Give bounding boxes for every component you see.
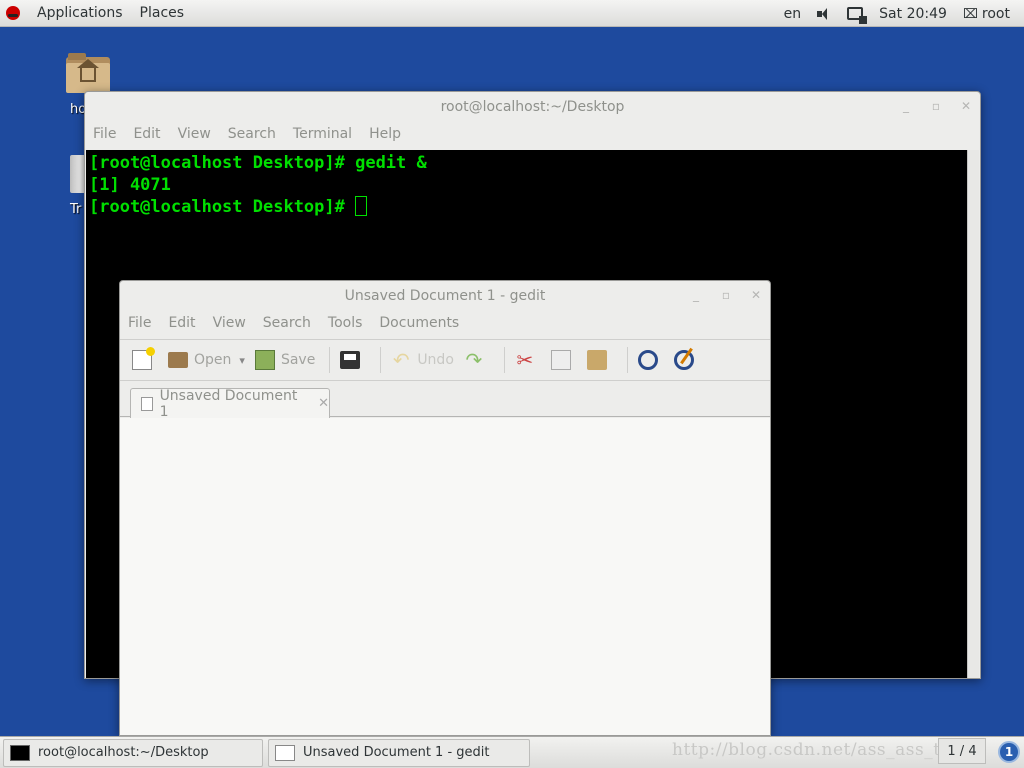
taskbar-item-gedit[interactable]: Unsaved Document 1 - gedit xyxy=(268,738,530,767)
top-panel: Applications Places en Sat 20:49 ⌧ root xyxy=(0,0,1024,27)
text-editor-area[interactable] xyxy=(120,418,770,735)
terminal-menu-terminal[interactable]: Terminal xyxy=(293,126,352,142)
cut-button[interactable]: ✂ xyxy=(515,350,541,370)
terminal-title: root@localhost:~/Desktop xyxy=(440,99,625,115)
watermark: http://blog.csdn.net/ass_ass_t xyxy=(672,740,941,760)
gedit-window[interactable]: Unsaved Document 1 - gedit _ ▫ ✕ File Ed… xyxy=(119,280,771,736)
terminal-icon xyxy=(10,744,30,761)
notification-badge[interactable]: 1 xyxy=(998,741,1020,763)
terminal-line: [1] 4071 xyxy=(89,175,171,195)
language-indicator[interactable]: en xyxy=(784,6,802,22)
close-icon[interactable]: ✕ xyxy=(960,100,972,112)
volume-icon[interactable] xyxy=(817,7,831,20)
toolbar-separator xyxy=(626,347,628,373)
terminal-prompt-line: [root@localhost Desktop]# xyxy=(89,196,965,218)
terminal-titlebar[interactable]: root@localhost:~/Desktop _ ▫ ✕ xyxy=(85,92,980,122)
toolbar-separator xyxy=(503,347,505,373)
terminal-line: [root@localhost Desktop]# gedit & xyxy=(89,153,427,173)
gedit-title: Unsaved Document 1 - gedit xyxy=(344,288,546,304)
applications-menu[interactable]: Applications xyxy=(37,5,123,21)
minimize-icon[interactable]: _ xyxy=(900,100,912,112)
gedit-menu-view[interactable]: View xyxy=(213,315,246,331)
gedit-menu-file[interactable]: File xyxy=(128,315,151,331)
network-icon[interactable] xyxy=(847,7,868,24)
trash-label: Tr xyxy=(70,202,82,217)
gedit-menubar: File Edit View Search Tools Documents xyxy=(120,311,770,335)
taskbar-item-label: root@localhost:~/Desktop xyxy=(38,745,209,760)
save-label: Save xyxy=(280,352,316,368)
user-menu[interactable]: ⌧ root xyxy=(963,6,1010,22)
terminal-scrollbar[interactable] xyxy=(967,150,979,678)
gedit-titlebar[interactable]: Unsaved Document 1 - gedit _ ▫ ✕ xyxy=(120,281,770,311)
close-tab-icon[interactable]: ✕ xyxy=(318,396,329,411)
terminal-menubar: File Edit View Search Terminal Help xyxy=(85,122,980,146)
gedit-menu-documents[interactable]: Documents xyxy=(379,315,459,331)
document-icon xyxy=(141,396,153,411)
document-tabstrip: Unsaved Document 1 ✕ xyxy=(120,381,770,420)
find-button[interactable] xyxy=(637,350,664,370)
taskbar-item-terminal[interactable]: root@localhost:~/Desktop xyxy=(3,738,263,767)
new-document-icon xyxy=(132,347,155,370)
places-menu[interactable]: Places xyxy=(140,5,185,21)
taskbar-item-label: Unsaved Document 1 - gedit xyxy=(303,745,490,760)
tab-label: Unsaved Document 1 xyxy=(159,387,298,420)
terminal-menu-edit[interactable]: Edit xyxy=(133,126,160,142)
find-replace-icon xyxy=(673,350,694,370)
open-label: Open xyxy=(194,352,232,368)
print-button[interactable] xyxy=(340,351,366,369)
terminal-menu-view[interactable]: View xyxy=(178,126,211,142)
open-folder-icon xyxy=(168,352,188,368)
copy-icon xyxy=(550,350,571,370)
new-button[interactable] xyxy=(132,347,158,370)
undo-button[interactable]: ↶ Undo xyxy=(391,350,454,370)
gedit-menu-search[interactable]: Search xyxy=(263,315,311,331)
chevron-down-icon[interactable]: ▾ xyxy=(239,354,245,367)
paste-icon xyxy=(586,350,607,370)
save-icon xyxy=(254,350,275,370)
open-button[interactable]: Open ▾ xyxy=(168,352,245,368)
gedit-menu-tools[interactable]: Tools xyxy=(328,315,363,331)
terminal-cursor xyxy=(355,196,368,216)
terminal-menu-file[interactable]: File xyxy=(93,126,116,142)
user-icon: ⌧ xyxy=(962,6,978,22)
clock[interactable]: Sat 20:49 xyxy=(879,6,947,22)
user-name: root xyxy=(981,5,1010,22)
paste-button[interactable] xyxy=(586,350,613,370)
gedit-icon xyxy=(275,744,295,761)
redhat-logo-icon xyxy=(6,6,20,20)
toolbar-separator xyxy=(380,347,382,373)
minimize-icon[interactable]: _ xyxy=(690,289,702,301)
home-folder-icon[interactable] xyxy=(66,53,110,93)
copy-button[interactable] xyxy=(550,350,577,370)
search-icon xyxy=(637,350,658,370)
replace-button[interactable] xyxy=(673,350,700,370)
tab-unsaved-document-1[interactable]: Unsaved Document 1 ✕ xyxy=(130,387,330,420)
undo-icon: ↶ xyxy=(392,348,410,372)
gedit-toolbar: Open ▾ Save ↶ Undo ↷ ✂ xyxy=(120,339,770,381)
toolbar-separator xyxy=(329,347,331,373)
gedit-menu-edit[interactable]: Edit xyxy=(168,315,195,331)
workspace-switcher[interactable]: 1 / 4 xyxy=(938,738,986,764)
print-icon xyxy=(340,351,361,369)
scissors-icon: ✂ xyxy=(516,348,534,372)
terminal-menu-search[interactable]: Search xyxy=(228,126,276,142)
redo-icon: ↷ xyxy=(465,348,483,372)
redo-button[interactable]: ↷ xyxy=(464,350,490,370)
terminal-menu-help[interactable]: Help xyxy=(369,126,401,142)
save-button[interactable]: Save xyxy=(254,350,316,370)
undo-label: Undo xyxy=(417,352,454,368)
maximize-icon[interactable]: ▫ xyxy=(930,100,942,112)
maximize-icon[interactable]: ▫ xyxy=(720,289,732,301)
close-icon[interactable]: ✕ xyxy=(750,289,762,301)
